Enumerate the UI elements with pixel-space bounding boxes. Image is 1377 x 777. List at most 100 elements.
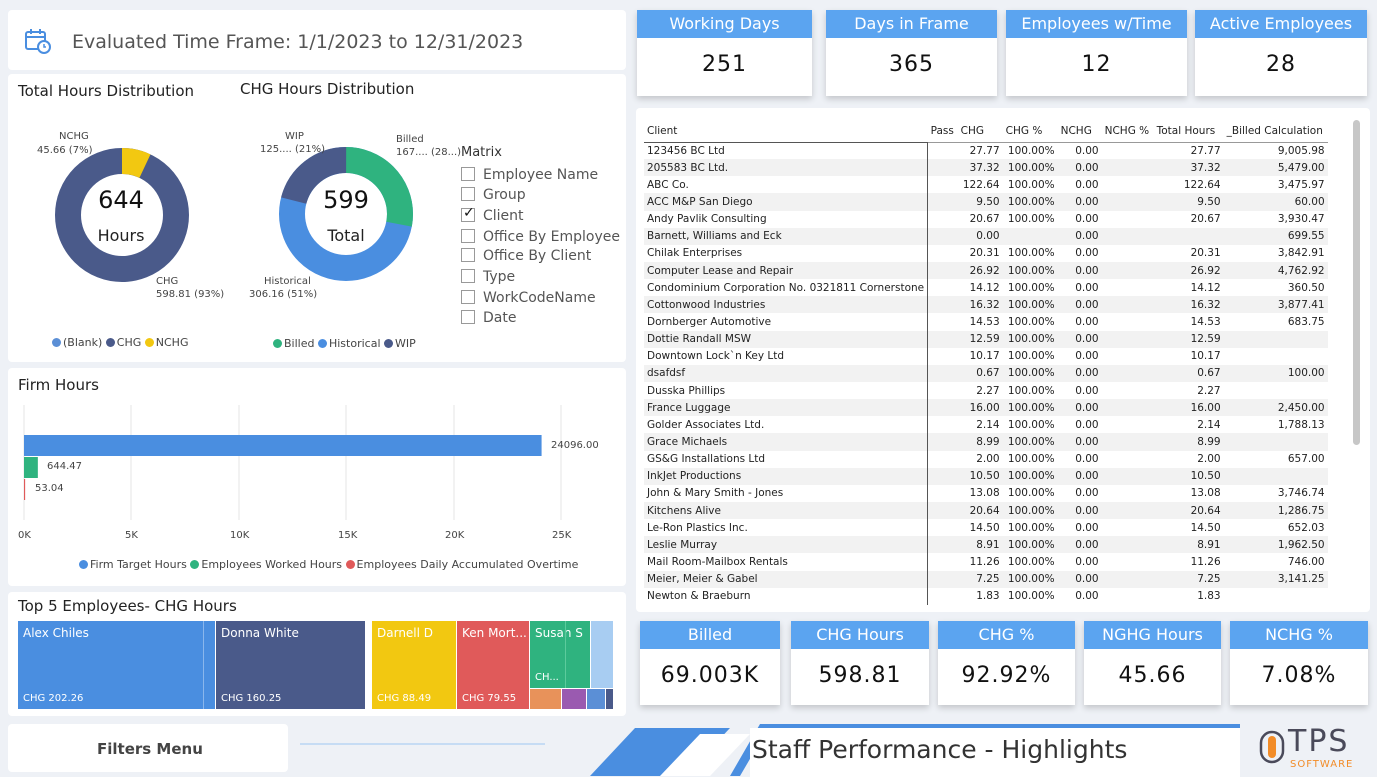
legend-item-nchg[interactable]: NCHG	[144, 336, 188, 349]
table-row[interactable]: Le-Ron Plastics Inc. 14.50 100.00% 0.00 14.5…	[644, 519, 1328, 537]
treemap-tile-other[interactable]	[591, 621, 613, 688]
col-header-chg-pct[interactable]: CHG %	[1002, 120, 1058, 143]
table-row[interactable]: Chilak Enterprises 20.31 100.00% 0.00 20.31 3…	[644, 244, 1328, 262]
legend-item-overtime[interactable]: Employees Daily Accumulated Overtime	[345, 558, 578, 571]
cell-pass	[928, 279, 958, 296]
table-row[interactable]: Dornberger Automotive 14.53 100.00% 0.00 14.…	[644, 313, 1328, 331]
cell-client: Meier, Meier & Gabel	[644, 570, 929, 588]
col-header-billed-calc[interactable]: _Billed Calculation	[1223, 120, 1328, 143]
cell-nchg: 0.00	[1057, 261, 1102, 280]
legend-item-historical[interactable]: Historical	[317, 337, 381, 350]
table-row[interactable]: Cottonwood Industries 16.32 100.00% 0.00 16.…	[644, 296, 1328, 314]
checkbox[interactable]	[461, 187, 475, 201]
treemap-tile-other[interactable]	[606, 689, 613, 709]
legend-item-target[interactable]: Firm Target Hours	[79, 558, 187, 571]
cell-total-hours: 2.14	[1197, 418, 1221, 431]
table-row[interactable]: Computer Lease and Repair 26.92 100.00% 0.0…	[644, 261, 1328, 280]
cell-nchg: 0.00	[1075, 453, 1099, 466]
matrix-option-office-by-employee[interactable]: Office By Employee	[461, 229, 620, 249]
cell-billed-calc: 5,479.00	[1223, 159, 1328, 177]
table-row[interactable]: Grace Michaels 8.99 100.00% 0.00 8.99	[644, 433, 1328, 451]
table-row[interactable]: Barnett, Williams and Eck 0.00 0.00 699.55	[644, 227, 1328, 245]
table-row[interactable]: Mail Room-Mailbox Rentals 11.26 100.00% 0.0…	[644, 553, 1328, 571]
checkbox[interactable]	[461, 290, 475, 304]
bar-firm-target-hours[interactable]	[24, 435, 542, 456]
table-row[interactable]: ABC Co. 122.64 100.00% 0.00 122.64 3,475.97	[644, 176, 1328, 194]
cell-total-hours	[1153, 227, 1224, 245]
cell-nchg: 0.00	[1075, 418, 1099, 431]
total-hours-donut[interactable]	[55, 148, 189, 282]
matrix-option-office-by-client[interactable]: Office By Client	[461, 248, 591, 268]
checkbox[interactable]	[461, 310, 475, 324]
bar-employees-worked-hours[interactable]	[24, 457, 38, 478]
table-row[interactable]: Condominium Corporation No. 0321811 Corn…	[644, 279, 1328, 297]
checkbox[interactable]	[461, 167, 475, 181]
cell-chg-pct: 100.00%	[1007, 590, 1055, 603]
treemap-tile-susan-s[interactable]: Susan S CH...	[530, 621, 590, 688]
cell-client: Dornberger Automotive	[644, 313, 929, 331]
treemap-tile-ken-mort[interactable]: Ken Mort... CHG 79.55	[457, 621, 529, 709]
col-header-total-hours[interactable]: Total Hours	[1153, 120, 1224, 143]
table-row[interactable]: ACC M&P San Diego 9.50 100.00% 0.00 9.50 60.0…	[644, 193, 1328, 211]
col-header-chg[interactable]: CHG	[957, 120, 1003, 143]
table-row[interactable]: John & Mary Smith - Jones 13.08 100.00% 0.0…	[644, 484, 1328, 502]
matrix-option-workcodename[interactable]: WorkCodeName	[461, 290, 596, 310]
table-row[interactable]: Meier, Meier & Gabel 7.25 100.00% 0.00 7.25 3…	[644, 570, 1328, 588]
legend-item-blank[interactable]: (Blank)	[52, 336, 102, 349]
matrix-option-type[interactable]: Type	[461, 269, 515, 289]
cell-nchg: 0.00	[1057, 364, 1102, 382]
treemap-tile-other[interactable]	[530, 689, 561, 709]
chg-hours-donut[interactable]	[279, 147, 413, 281]
table-row[interactable]: Kitchens Alive 20.64 100.00% 0.00 20.64 1,286…	[644, 501, 1328, 520]
cell-chg-pct: 100.00%	[1007, 178, 1055, 191]
matrix-option-date[interactable]: Date	[461, 310, 516, 330]
table-row[interactable]: Newton & Braeburn 1.83 100.00% 0.00 1.83	[644, 587, 1328, 605]
cell-total-hours: 20.64	[1153, 501, 1224, 520]
col-header-pass[interactable]: Pass	[927, 120, 958, 143]
table-row[interactable]: Andy Pavlik Consulting 20.67 100.00% 0.00 20…	[644, 210, 1328, 228]
tile-value: CHG 88.49	[377, 693, 432, 704]
table-row[interactable]: Leslie Murray 8.91 100.00% 0.00 8.91 1,962.50	[644, 536, 1328, 554]
col-header-nchg[interactable]: NCHG	[1057, 120, 1102, 143]
table-row[interactable]: Dusska Phillips 2.27 100.00% 0.00 2.27	[644, 381, 1328, 400]
checkbox[interactable]	[461, 269, 475, 283]
matrix-option-group[interactable]: Group	[461, 187, 526, 207]
cell-billed-calc: 1,286.75	[1223, 501, 1328, 520]
cell-billed-calc: 699.55	[1223, 227, 1328, 245]
table-row[interactable]: 205583 BC Ltd. 37.32 100.00% 0.00 37.32 5,479…	[644, 159, 1328, 177]
table-row[interactable]: GS&G Installations Ltd 2.00 100.00% 0.00 2.0…	[644, 450, 1328, 468]
table-row[interactable]: Dottie Randall MSW 12.59 100.00% 0.00 12.59	[644, 330, 1328, 348]
cell-nchg: 0.00	[1075, 487, 1099, 500]
cell-nchg: 0.00	[1075, 178, 1099, 191]
treemap-tile-darnell-d[interactable]: Darnell D CHG 88.49	[372, 621, 456, 709]
filters-menu-button[interactable]: Filters Menu	[8, 724, 288, 772]
firm-hours-chart	[23, 405, 562, 520]
legend-item-billed[interactable]: Billed	[273, 337, 314, 350]
table-row[interactable]: Downtown Lock`n Key Ltd 10.17 100.00% 0.00 1…	[644, 347, 1328, 365]
table-row[interactable]: 123456 BC Ltd 27.77 100.00% 0.00 27.77 9,005.…	[644, 142, 1328, 160]
col-header-client[interactable]: Client	[644, 120, 928, 143]
kpi-label: CHG Hours	[791, 621, 929, 649]
table-row[interactable]: Golder Associates Ltd. 2.14 100.00% 0.00 2.1…	[644, 416, 1328, 434]
table-row[interactable]: dsafdsf 0.67 100.00% 0.00 0.67 100.00	[644, 364, 1328, 382]
table-scrollbar[interactable]	[1353, 120, 1360, 445]
cell-pass	[927, 330, 958, 348]
checkbox[interactable]	[461, 248, 475, 262]
legend-item-chg[interactable]: CHG	[105, 336, 141, 349]
treemap-tile-donna-white[interactable]: Donna White CHG 160.25	[216, 621, 365, 709]
cell-nchg: 0.00	[1057, 227, 1102, 245]
bar-daily-overtime[interactable]	[24, 479, 26, 500]
checkbox-checked[interactable]	[461, 205, 475, 222]
treemap-tile-alex-chiles[interactable]: Alex Chiles CHG 202.26	[18, 621, 215, 709]
matrix-option-client[interactable]: Client	[461, 205, 524, 228]
treemap-tile-other[interactable]	[587, 689, 605, 709]
legend-item-wip[interactable]: WIP	[384, 337, 416, 350]
legend-item-worked[interactable]: Employees Worked Hours	[190, 558, 342, 571]
table-row[interactable]: InkJet Productions 10.50 100.00% 0.00 10.50	[644, 467, 1328, 485]
nchg-value: 45.66 (7%)	[37, 145, 93, 156]
treemap-tile-other[interactable]	[562, 689, 586, 709]
checkbox[interactable]	[461, 229, 475, 243]
col-header-nchg-pct[interactable]: NCHG %	[1101, 120, 1154, 143]
table-row[interactable]: France Luggage 16.00 100.00% 0.00 16.00 2,450…	[644, 399, 1328, 417]
matrix-option-employee-name[interactable]: Employee Name	[461, 167, 598, 187]
